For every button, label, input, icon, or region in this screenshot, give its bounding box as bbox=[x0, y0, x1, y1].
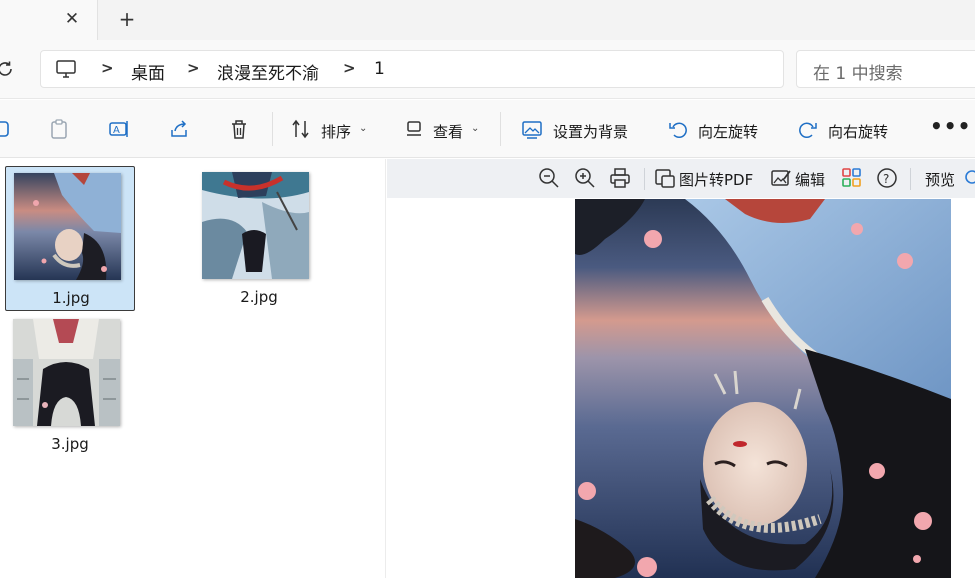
tab-strip: ✕ + bbox=[0, 0, 975, 40]
rotate-left-button[interactable]: 向左旋转 bbox=[698, 121, 758, 142]
file-list: 1.jpg 2.jpg 3.jpg bbox=[0, 159, 386, 578]
address-row: > 桌面 > 浪漫至死不渝 > 1 在 1 中搜索 bbox=[0, 40, 975, 99]
refresh-icon[interactable] bbox=[0, 58, 16, 80]
rename-icon[interactable]: A bbox=[108, 118, 130, 140]
zoom-out-icon[interactable] bbox=[538, 167, 560, 189]
preview-toolbar: 图片转PDF 编辑 ? 预览 bbox=[387, 159, 975, 198]
rotate-right-button[interactable]: 向右旋转 bbox=[828, 121, 888, 142]
edit-icon bbox=[771, 170, 791, 186]
command-separator bbox=[272, 112, 273, 146]
paste-icon[interactable] bbox=[48, 118, 70, 140]
breadcrumb-current[interactable]: 1 bbox=[374, 59, 385, 79]
help-icon[interactable]: ? bbox=[876, 167, 898, 189]
delete-icon[interactable] bbox=[228, 118, 250, 140]
print-icon[interactable] bbox=[609, 167, 631, 189]
view-icon bbox=[407, 121, 421, 136]
file-item[interactable]: 2.jpg bbox=[194, 166, 324, 311]
preview-button[interactable]: 预览 bbox=[925, 169, 955, 190]
breadcrumb-folder[interactable]: 浪漫至死不渝 bbox=[217, 59, 319, 84]
preview-image bbox=[575, 199, 951, 578]
share-icon[interactable] bbox=[168, 118, 190, 140]
file-name: 2.jpg bbox=[240, 288, 278, 306]
file-name: 1.jpg bbox=[52, 289, 90, 307]
sort-chevron-down-icon[interactable]: ⌄ bbox=[359, 123, 367, 134]
preview-pane: 图片转PDF 编辑 ? 预览 bbox=[387, 159, 975, 578]
file-item[interactable]: 1.jpg bbox=[5, 166, 135, 311]
sort-icon bbox=[292, 119, 309, 139]
breadcrumb-separator-icon[interactable]: > bbox=[343, 59, 356, 77]
preview-photo bbox=[575, 199, 951, 578]
zoom-in-icon[interactable] bbox=[574, 167, 596, 189]
svg-text:A: A bbox=[113, 125, 120, 136]
tab-current[interactable]: ✕ bbox=[0, 0, 98, 40]
file-thumbnail bbox=[13, 319, 120, 426]
set-background-button[interactable]: 设置为背景 bbox=[553, 121, 628, 142]
file-thumbnail bbox=[202, 172, 309, 279]
edit-button[interactable]: 编辑 bbox=[795, 169, 825, 190]
rotate-right-icon bbox=[799, 122, 817, 139]
file-item[interactable]: 3.jpg bbox=[5, 313, 135, 458]
thumbnail-image-2 bbox=[202, 172, 309, 279]
file-explorer-window: ✕ + > 桌面 > 浪漫至死不渝 > 1 在 1 中搜索 A 排序 ⌄ 查看 … bbox=[0, 0, 975, 578]
set-background-icon bbox=[522, 121, 542, 139]
search-box[interactable]: 在 1 中搜索 bbox=[796, 50, 975, 88]
rotate-left-icon bbox=[669, 122, 687, 139]
this-pc-icon bbox=[56, 60, 76, 78]
apps-grid-icon[interactable] bbox=[841, 167, 863, 189]
breadcrumb-separator-icon[interactable]: > bbox=[101, 59, 114, 77]
new-tab-icon[interactable]: + bbox=[116, 8, 138, 30]
more-options-icon[interactable]: ••• bbox=[930, 114, 971, 138]
preview-separator bbox=[644, 168, 645, 190]
image-to-pdf-button[interactable]: 图片转PDF bbox=[679, 169, 753, 190]
sort-button[interactable]: 排序 bbox=[321, 121, 351, 142]
new-item-icon[interactable] bbox=[0, 118, 12, 140]
search-placeholder: 在 1 中搜索 bbox=[813, 64, 903, 84]
breadcrumb-separator-icon[interactable]: > bbox=[187, 59, 200, 77]
preview-separator bbox=[910, 168, 911, 190]
file-name: 3.jpg bbox=[51, 435, 89, 453]
file-thumbnail bbox=[14, 173, 121, 280]
help-glyph: ? bbox=[883, 172, 889, 186]
breadcrumb-desktop[interactable]: 桌面 bbox=[131, 59, 165, 84]
command-separator bbox=[500, 112, 501, 146]
command-bar: A 排序 ⌄ 查看 ⌄ 设置为背景 向左旋转 向右旋转 ••• bbox=[0, 100, 975, 158]
view-button[interactable]: 查看 bbox=[433, 121, 463, 142]
image-to-pdf-icon bbox=[655, 169, 675, 188]
thumbnail-image-1 bbox=[14, 173, 121, 280]
close-tab-icon[interactable]: ✕ bbox=[62, 9, 82, 29]
view-chevron-down-icon[interactable]: ⌄ bbox=[471, 123, 479, 134]
preview-search-icon[interactable] bbox=[961, 167, 975, 189]
thumbnail-image-3 bbox=[13, 319, 120, 426]
address-bar[interactable]: > 桌面 > 浪漫至死不渝 > 1 bbox=[40, 50, 784, 88]
